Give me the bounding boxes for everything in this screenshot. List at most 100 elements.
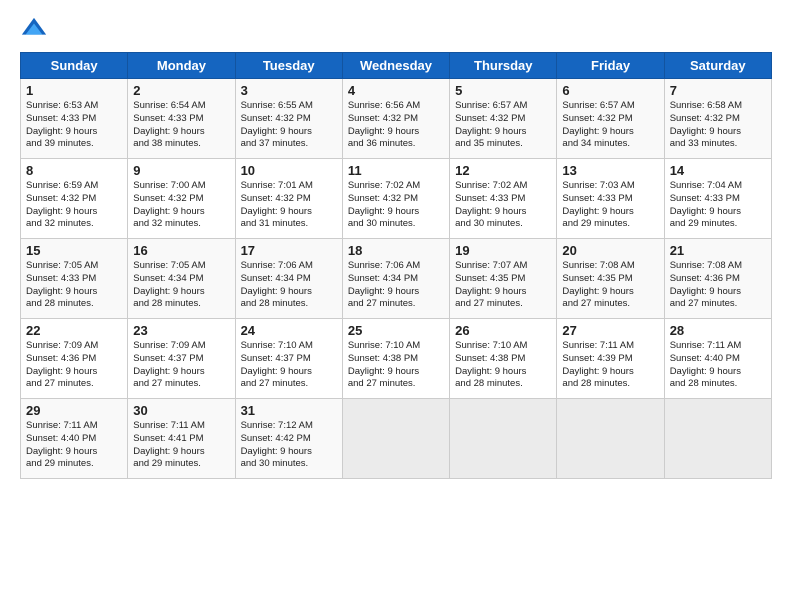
cell-info: Sunrise: 7:06 AM Sunset: 4:34 PM Dayligh… xyxy=(241,260,337,311)
day-number: 19 xyxy=(455,243,551,258)
logo xyxy=(20,16,52,44)
day-number: 2 xyxy=(133,83,229,98)
day-number: 5 xyxy=(455,83,551,98)
cell-info: Sunrise: 7:10 AM Sunset: 4:37 PM Dayligh… xyxy=(241,340,337,391)
calendar-cell: 27 Sunrise: 7:11 AM Sunset: 4:39 PM Dayli… xyxy=(557,319,664,399)
day-number: 27 xyxy=(562,323,658,338)
calendar-cell: 9 Sunrise: 7:00 AM Sunset: 4:32 PM Daylig… xyxy=(128,159,235,239)
cell-info: Sunrise: 7:04 AM Sunset: 4:33 PM Dayligh… xyxy=(670,180,766,231)
day-number: 25 xyxy=(348,323,444,338)
cell-info: Sunrise: 7:11 AM Sunset: 4:41 PM Dayligh… xyxy=(133,420,229,471)
column-header-sunday: Sunday xyxy=(21,53,128,79)
cell-info: Sunrise: 7:12 AM Sunset: 4:42 PM Dayligh… xyxy=(241,420,337,471)
cell-info: Sunrise: 7:10 AM Sunset: 4:38 PM Dayligh… xyxy=(348,340,444,391)
calendar-cell: 26 Sunrise: 7:10 AM Sunset: 4:38 PM Dayli… xyxy=(450,319,557,399)
day-number: 23 xyxy=(133,323,229,338)
cell-info: Sunrise: 7:09 AM Sunset: 4:36 PM Dayligh… xyxy=(26,340,122,391)
day-number: 14 xyxy=(670,163,766,178)
calendar-cell: 25 Sunrise: 7:10 AM Sunset: 4:38 PM Dayli… xyxy=(342,319,449,399)
column-header-tuesday: Tuesday xyxy=(235,53,342,79)
day-number: 10 xyxy=(241,163,337,178)
cell-info: Sunrise: 7:01 AM Sunset: 4:32 PM Dayligh… xyxy=(241,180,337,231)
calendar-header: SundayMondayTuesdayWednesdayThursdayFrid… xyxy=(21,53,772,79)
day-number: 4 xyxy=(348,83,444,98)
cell-info: Sunrise: 7:03 AM Sunset: 4:33 PM Dayligh… xyxy=(562,180,658,231)
week-row-4: 22 Sunrise: 7:09 AM Sunset: 4:36 PM Dayli… xyxy=(21,319,772,399)
calendar-cell: 24 Sunrise: 7:10 AM Sunset: 4:37 PM Dayli… xyxy=(235,319,342,399)
calendar-cell: 5 Sunrise: 6:57 AM Sunset: 4:32 PM Daylig… xyxy=(450,79,557,159)
cell-info: Sunrise: 7:11 AM Sunset: 4:39 PM Dayligh… xyxy=(562,340,658,391)
calendar-cell: 2 Sunrise: 6:54 AM Sunset: 4:33 PM Daylig… xyxy=(128,79,235,159)
cell-info: Sunrise: 6:54 AM Sunset: 4:33 PM Dayligh… xyxy=(133,100,229,151)
calendar-cell: 23 Sunrise: 7:09 AM Sunset: 4:37 PM Dayli… xyxy=(128,319,235,399)
day-number: 21 xyxy=(670,243,766,258)
calendar-cell: 31 Sunrise: 7:12 AM Sunset: 4:42 PM Dayli… xyxy=(235,399,342,479)
calendar-table: SundayMondayTuesdayWednesdayThursdayFrid… xyxy=(20,52,772,479)
header xyxy=(20,16,772,44)
day-number: 7 xyxy=(670,83,766,98)
cell-info: Sunrise: 7:08 AM Sunset: 4:36 PM Dayligh… xyxy=(670,260,766,311)
calendar-cell: 11 Sunrise: 7:02 AM Sunset: 4:32 PM Dayli… xyxy=(342,159,449,239)
calendar-cell: 8Sunrise: 6:59 AM Sunset: 4:32 PM Daylig… xyxy=(21,159,128,239)
calendar-cell: 17 Sunrise: 7:06 AM Sunset: 4:34 PM Dayli… xyxy=(235,239,342,319)
day-number: 1 xyxy=(26,83,122,98)
day-number: 30 xyxy=(133,403,229,418)
day-number: 17 xyxy=(241,243,337,258)
calendar-cell: 18Sunrise: 7:06 AM Sunset: 4:34 PM Dayli… xyxy=(342,239,449,319)
day-number: 11 xyxy=(348,163,444,178)
day-number: 12 xyxy=(455,163,551,178)
cell-info: Sunrise: 6:53 AM Sunset: 4:33 PM Dayligh… xyxy=(26,100,122,151)
week-row-1: 1 Sunrise: 6:53 AM Sunset: 4:33 PM Daylig… xyxy=(21,79,772,159)
day-number: 22 xyxy=(26,323,122,338)
day-number: 26 xyxy=(455,323,551,338)
day-number: 9 xyxy=(133,163,229,178)
cell-info: Sunrise: 6:59 AM Sunset: 4:32 PM Dayligh… xyxy=(26,180,122,231)
cell-info: Sunrise: 7:10 AM Sunset: 4:38 PM Dayligh… xyxy=(455,340,551,391)
cell-info: Sunrise: 7:05 AM Sunset: 4:34 PM Dayligh… xyxy=(133,260,229,311)
cell-info: Sunrise: 6:56 AM Sunset: 4:32 PM Dayligh… xyxy=(348,100,444,151)
week-row-3: 15Sunrise: 7:05 AM Sunset: 4:33 PM Dayli… xyxy=(21,239,772,319)
calendar-cell: 19 Sunrise: 7:07 AM Sunset: 4:35 PM Dayli… xyxy=(450,239,557,319)
calendar-cell xyxy=(557,399,664,479)
column-header-wednesday: Wednesday xyxy=(342,53,449,79)
column-header-thursday: Thursday xyxy=(450,53,557,79)
calendar-cell: 6Sunrise: 6:57 AM Sunset: 4:32 PM Daylig… xyxy=(557,79,664,159)
calendar-cell: 29 Sunrise: 7:11 AM Sunset: 4:40 PM Dayli… xyxy=(21,399,128,479)
day-number: 20 xyxy=(562,243,658,258)
calendar-cell: 20 Sunrise: 7:08 AM Sunset: 4:35 PM Dayli… xyxy=(557,239,664,319)
cell-info: Sunrise: 7:09 AM Sunset: 4:37 PM Dayligh… xyxy=(133,340,229,391)
calendar-cell: 15Sunrise: 7:05 AM Sunset: 4:33 PM Dayli… xyxy=(21,239,128,319)
day-number: 3 xyxy=(241,83,337,98)
logo-icon xyxy=(20,16,48,44)
calendar-cell: 22 Sunrise: 7:09 AM Sunset: 4:36 PM Dayli… xyxy=(21,319,128,399)
calendar-cell: 1 Sunrise: 6:53 AM Sunset: 4:33 PM Daylig… xyxy=(21,79,128,159)
cell-info: Sunrise: 7:00 AM Sunset: 4:32 PM Dayligh… xyxy=(133,180,229,231)
day-number: 29 xyxy=(26,403,122,418)
cell-info: Sunrise: 7:07 AM Sunset: 4:35 PM Dayligh… xyxy=(455,260,551,311)
week-row-2: 8Sunrise: 6:59 AM Sunset: 4:32 PM Daylig… xyxy=(21,159,772,239)
cell-info: Sunrise: 6:57 AM Sunset: 4:32 PM Dayligh… xyxy=(455,100,551,151)
header-row: SundayMondayTuesdayWednesdayThursdayFrid… xyxy=(21,53,772,79)
calendar-cell: 10 Sunrise: 7:01 AM Sunset: 4:32 PM Dayli… xyxy=(235,159,342,239)
cell-info: Sunrise: 7:02 AM Sunset: 4:32 PM Dayligh… xyxy=(348,180,444,231)
day-number: 6 xyxy=(562,83,658,98)
column-header-monday: Monday xyxy=(128,53,235,79)
day-number: 31 xyxy=(241,403,337,418)
column-header-saturday: Saturday xyxy=(664,53,771,79)
cell-info: Sunrise: 7:11 AM Sunset: 4:40 PM Dayligh… xyxy=(670,340,766,391)
calendar-cell: 21 Sunrise: 7:08 AM Sunset: 4:36 PM Dayli… xyxy=(664,239,771,319)
cell-info: Sunrise: 6:58 AM Sunset: 4:32 PM Dayligh… xyxy=(670,100,766,151)
day-number: 15 xyxy=(26,243,122,258)
cell-info: Sunrise: 7:11 AM Sunset: 4:40 PM Dayligh… xyxy=(26,420,122,471)
page: SundayMondayTuesdayWednesdayThursdayFrid… xyxy=(0,0,792,489)
calendar-cell: 3 Sunrise: 6:55 AM Sunset: 4:32 PM Daylig… xyxy=(235,79,342,159)
cell-info: Sunrise: 6:55 AM Sunset: 4:32 PM Dayligh… xyxy=(241,100,337,151)
cell-info: Sunrise: 7:08 AM Sunset: 4:35 PM Dayligh… xyxy=(562,260,658,311)
calendar-cell: 28 Sunrise: 7:11 AM Sunset: 4:40 PM Dayli… xyxy=(664,319,771,399)
calendar-cell: 30 Sunrise: 7:11 AM Sunset: 4:41 PM Dayli… xyxy=(128,399,235,479)
day-number: 24 xyxy=(241,323,337,338)
calendar-cell: 13Sunrise: 7:03 AM Sunset: 4:33 PM Dayli… xyxy=(557,159,664,239)
calendar-cell: 12Sunrise: 7:02 AM Sunset: 4:33 PM Dayli… xyxy=(450,159,557,239)
day-number: 28 xyxy=(670,323,766,338)
calendar-cell: 16Sunrise: 7:05 AM Sunset: 4:34 PM Dayli… xyxy=(128,239,235,319)
